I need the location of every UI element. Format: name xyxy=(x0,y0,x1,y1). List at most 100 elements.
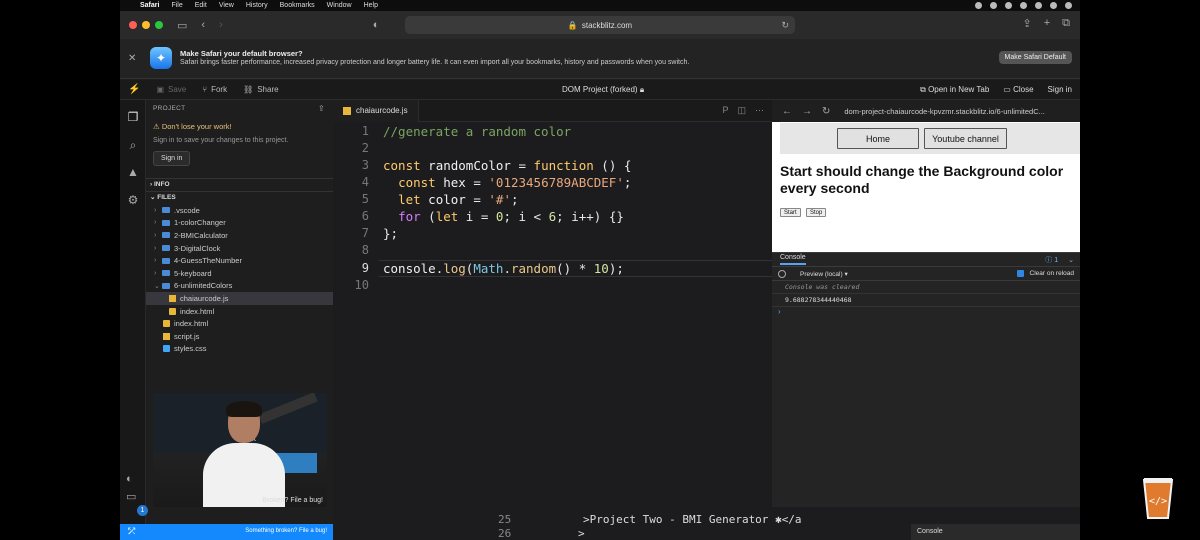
folder-icon xyxy=(162,270,170,277)
sidebar-signin-button[interactable]: Sign in xyxy=(153,151,191,166)
file-a-bug-link[interactable]: Something broken? File a bug! xyxy=(245,528,327,534)
tree-item-vscode[interactable]: › .vscode xyxy=(146,204,333,217)
menu-help[interactable]: Help xyxy=(364,2,378,9)
start-button[interactable]: Start xyxy=(780,208,801,217)
folder-icon xyxy=(162,232,170,239)
tree-item-script-js[interactable]: script.js xyxy=(146,330,333,343)
zoom-window-button[interactable] xyxy=(155,21,163,29)
youtube-channel-button[interactable]: Youtube channel xyxy=(924,128,1007,149)
files-section-header[interactable]: ⌄ FILES xyxy=(146,191,333,203)
clear-console-icon[interactable] xyxy=(778,269,786,278)
lock-icon: 🔒︎ xyxy=(639,85,645,94)
tree-item-colorchanger[interactable]: › 1-colorChanger xyxy=(146,217,333,230)
menu-window[interactable]: Window xyxy=(327,2,352,9)
js-file-icon xyxy=(343,106,351,115)
forward-icon[interactable]: › xyxy=(219,19,223,31)
new-tab-icon[interactable]: + xyxy=(1044,17,1050,30)
wifi-icon[interactable] xyxy=(1035,2,1042,9)
console-cleared-message: Console was cleared xyxy=(772,281,1080,294)
tree-item-styles-css[interactable]: styles.css xyxy=(146,343,333,356)
menu-file[interactable]: File xyxy=(171,2,182,9)
notification-badge[interactable]: 1 xyxy=(137,505,148,516)
tree-item-keyboard[interactable]: › 5-keyboard xyxy=(146,267,333,280)
remote-icon[interactable]: ⤱ xyxy=(128,526,135,537)
tree-item-index-html-nested[interactable]: index.html xyxy=(146,305,333,318)
reload-icon[interactable]: ↻ xyxy=(822,106,830,117)
privacy-shield-icon[interactable]: ◐ xyxy=(373,19,380,31)
menu-safari[interactable]: Safari xyxy=(140,2,159,9)
tree-item-unlimitedcolors[interactable]: ⌄ 6-unlimitedColors xyxy=(146,280,333,293)
stop-button[interactable]: Stop xyxy=(806,208,827,217)
share-icon[interactable]: ⇪ xyxy=(1022,17,1031,30)
menu-view[interactable]: View xyxy=(219,2,234,9)
warning-icon: ⚠ xyxy=(153,122,162,131)
close-button[interactable]: ▭ Close xyxy=(1003,85,1033,95)
preview-nav: Home Youtube channel xyxy=(780,123,1080,154)
console-output: 9.688278344440468 xyxy=(772,294,1080,307)
reload-icon[interactable]: ↻ xyxy=(781,20,789,31)
clear-on-reload-checkbox[interactable] xyxy=(1017,270,1024,277)
tab-console[interactable]: Console xyxy=(780,254,806,265)
menu-edit[interactable]: Edit xyxy=(195,2,207,9)
context-select[interactable]: Preview (local) ▾ xyxy=(800,270,848,278)
menu-bookmarks[interactable]: Bookmarks xyxy=(280,2,315,9)
sidebar-toggle-icon[interactable]: ▭ xyxy=(177,19,187,32)
project-title-text: DOM Project (forked) xyxy=(562,85,638,94)
chevron-right-icon: › xyxy=(154,206,157,214)
safari-right-tools: ⇪ + ⧉ xyxy=(1022,17,1070,30)
theme-toggle-icon[interactable]: ◐ xyxy=(126,473,133,485)
tree-item-index-html[interactable]: index.html xyxy=(146,317,333,330)
search-icon[interactable] xyxy=(1050,2,1057,9)
sign-in-link[interactable]: Sign in xyxy=(1048,85,1072,95)
tree-item-chaiaurcode-js[interactable]: chaiaurcode.js xyxy=(146,292,333,305)
tree-item-digitalclock[interactable]: › 3-DigitalClock xyxy=(146,242,333,255)
settings-gear-icon[interactable]: ⚙ xyxy=(126,193,140,207)
back-icon[interactable]: ‹ xyxy=(201,19,205,31)
stackblitz-logo-icon[interactable]: ⚡ xyxy=(128,84,140,95)
preview-heading: Start should change the Background color… xyxy=(780,163,1064,196)
tree-item-bmicalculator[interactable]: › 2-BMICalculator xyxy=(146,229,333,242)
status-icon[interactable] xyxy=(975,2,982,9)
project-title[interactable]: DOM Project (forked) 🔒︎ xyxy=(562,85,644,95)
preview-url[interactable]: dom-project-chaiaurcode-kpvzmr.stackblit… xyxy=(844,107,1045,116)
chevron-down-icon[interactable]: ⌄ xyxy=(1068,256,1074,264)
firebase-icon[interactable]: ▲ xyxy=(126,165,140,179)
search-icon[interactable]: ⌕ xyxy=(126,138,140,152)
make-default-button[interactable]: Make Safari Default xyxy=(998,51,1072,64)
close-icon[interactable]: ✕ xyxy=(128,53,136,64)
menu-history[interactable]: History xyxy=(246,2,268,9)
files-icon[interactable]: ❐ xyxy=(126,110,140,124)
upload-icon[interactable]: ⇪ xyxy=(318,104,325,113)
share-button[interactable]: ⛓ Share xyxy=(243,85,279,94)
close-window-button[interactable] xyxy=(129,21,137,29)
open-new-tab-label: Open in New Tab xyxy=(928,85,990,94)
layout-icon[interactable]: ▭ xyxy=(126,490,136,503)
address-bar[interactable]: 🔒 stackblitz.com ↻ xyxy=(405,16,795,34)
save-button[interactable]: ▣ Save xyxy=(156,85,186,94)
presenter-hair xyxy=(226,401,262,417)
fork-button[interactable]: ⑂ Fork xyxy=(202,85,227,94)
tree-item-guessthenumber[interactable]: › 4-GuessTheNumber xyxy=(146,254,333,267)
more-actions-icon[interactable]: ⋯ xyxy=(755,105,764,116)
home-button[interactable]: Home xyxy=(837,128,919,149)
open-new-tab-button[interactable]: ⧉ Open in New Tab xyxy=(920,85,989,95)
info-section-header[interactable]: › INFO xyxy=(146,178,333,190)
back-icon[interactable]: ← xyxy=(782,106,792,117)
forward-icon[interactable]: → xyxy=(802,106,812,117)
console-info-badge[interactable]: ⓘ 1 xyxy=(1045,255,1058,265)
minimize-window-button[interactable] xyxy=(142,21,150,29)
split-editor-icon[interactable]: ◫ xyxy=(737,105,746,116)
tab-chaiaurcode-js[interactable]: chaiaurcode.js xyxy=(333,99,419,122)
control-center-icon[interactable] xyxy=(1065,2,1072,9)
prettier-icon[interactable]: P xyxy=(722,105,728,116)
status-icon[interactable] xyxy=(990,2,997,9)
status-icon[interactable] xyxy=(1005,2,1012,9)
window-controls xyxy=(129,21,163,29)
status-icon[interactable] xyxy=(1020,2,1027,9)
code-editor: chaiaurcode.js P ◫ ⋯ 1 2 3 4 5 6 7 8 9 1… xyxy=(333,99,776,507)
tab-overview-icon[interactable]: ⧉ xyxy=(1062,17,1070,30)
tree-item-label: 6-unlimitedColors xyxy=(174,281,233,291)
console-prompt-icon[interactable]: › xyxy=(772,307,1080,316)
clear-on-reload-label: Clear on reload xyxy=(1029,270,1074,277)
code-line-3: const randomColor = function () { xyxy=(383,158,632,173)
